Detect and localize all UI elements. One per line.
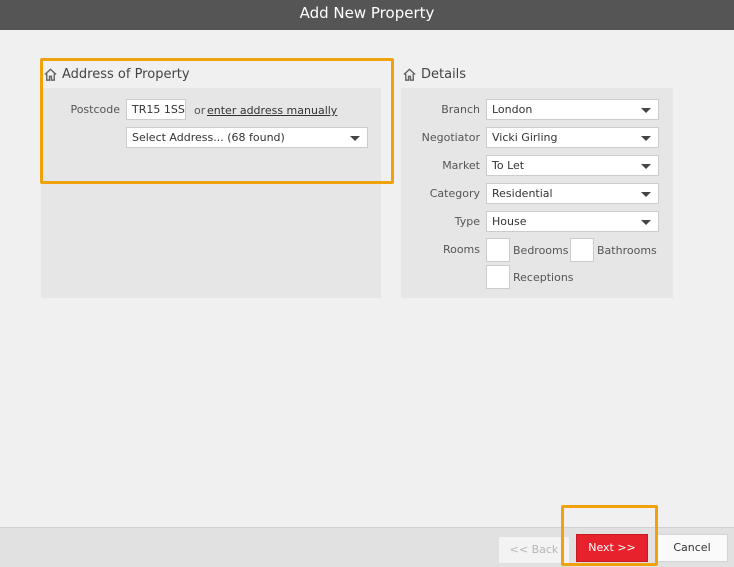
branch-select[interactable]: London <box>486 99 659 120</box>
address-panel-title: Address of Property <box>62 67 190 82</box>
enter-address-manually-link[interactable]: enter address manually <box>207 104 337 117</box>
type-label: Type <box>454 215 480 228</box>
next-button[interactable]: Next >> <box>576 534 648 562</box>
address-panel <box>41 88 381 298</box>
address-select[interactable]: Select Address... (68 found) <box>126 127 368 148</box>
category-label: Category <box>429 187 480 200</box>
address-panel-header: Address of Property <box>43 67 190 82</box>
home-icon <box>44 68 57 81</box>
cancel-button[interactable]: Cancel <box>656 534 728 562</box>
bathrooms-input[interactable] <box>570 238 594 262</box>
branch-label: Branch <box>441 103 480 116</box>
or-text: or <box>194 104 206 117</box>
back-button[interactable]: << Back <box>498 536 570 564</box>
rooms-label: Rooms <box>442 243 480 256</box>
window-title: Add New Property <box>0 0 734 30</box>
category-select[interactable]: Residential <box>486 183 659 204</box>
postcode-label: Postcode <box>70 103 120 116</box>
bedrooms-label: Bedrooms <box>513 244 569 257</box>
receptions-input[interactable] <box>486 265 510 289</box>
bathrooms-label: Bathrooms <box>597 244 657 257</box>
receptions-label: Receptions <box>513 271 574 284</box>
bedrooms-input[interactable] <box>486 238 510 262</box>
details-panel-title: Details <box>421 67 467 82</box>
market-select[interactable]: To Let <box>486 155 659 176</box>
negotiator-label: Negotiator <box>421 131 480 144</box>
home-icon <box>403 68 416 81</box>
negotiator-select[interactable]: Vicki Girling <box>486 127 659 148</box>
postcode-input[interactable]: TR15 1SS <box>126 99 186 120</box>
type-select[interactable]: House <box>486 211 659 232</box>
details-panel-header: Details <box>402 67 466 82</box>
market-label: Market <box>442 159 480 172</box>
